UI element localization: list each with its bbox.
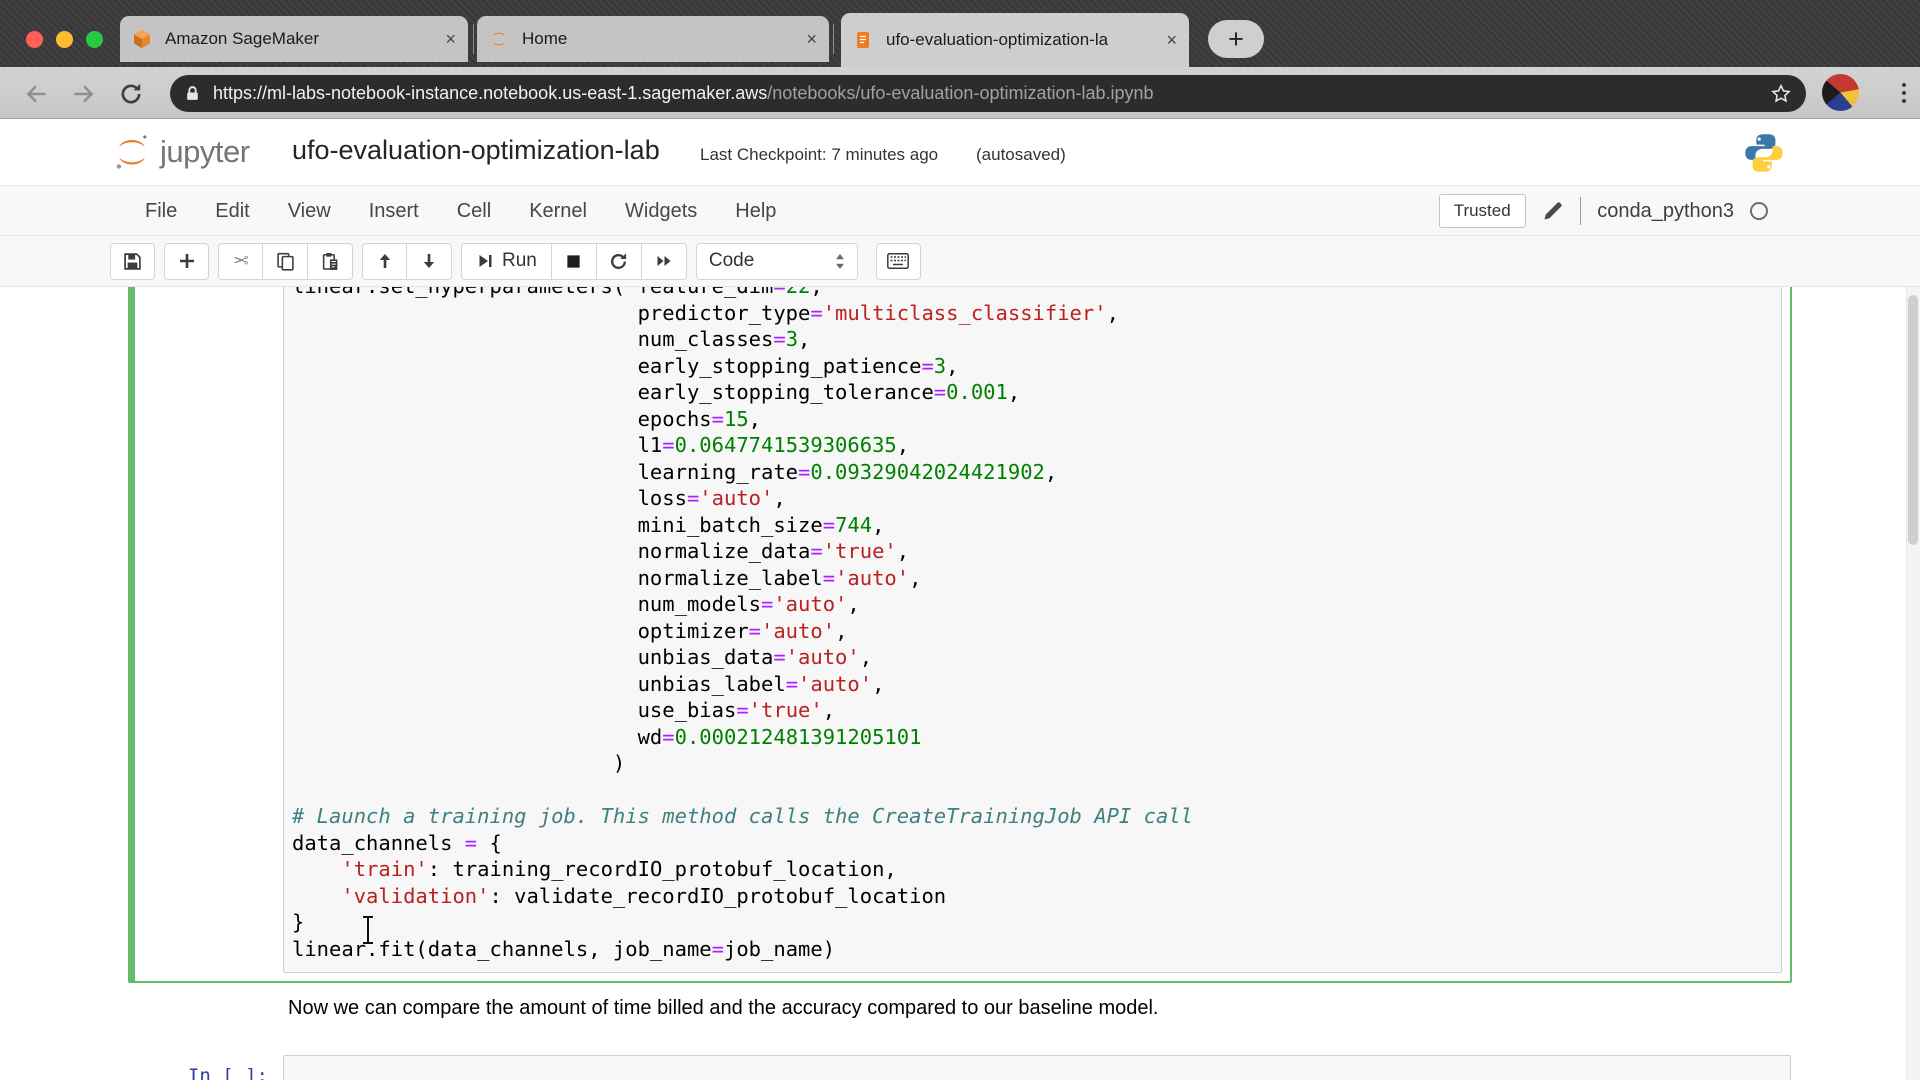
- clipboard-paste-icon: [321, 252, 340, 271]
- restart-kernel-button[interactable]: [597, 243, 642, 280]
- trusted-button[interactable]: Trusted: [1439, 194, 1526, 228]
- arrow-down-icon: [420, 252, 438, 270]
- code-editor[interactable]: linear.set_hyperparameters( feature_dim=…: [292, 287, 1773, 962]
- scissors-cut-icon: ✂: [233, 250, 249, 273]
- forward-button[interactable]: [70, 81, 96, 107]
- cell-type-select[interactable]: Code: [696, 243, 858, 280]
- markdown-cell[interactable]: Now we can compare the amount of time bi…: [288, 997, 1688, 1020]
- url-path: /notebooks/ufo-evaluation-optimization-l…: [767, 83, 1153, 103]
- window-controls: [26, 31, 103, 48]
- menu-kernel[interactable]: Kernel: [510, 200, 606, 223]
- menu-file[interactable]: File: [126, 200, 196, 223]
- python-logo-icon: [1742, 131, 1786, 175]
- tab-title: Amazon SageMaker: [165, 29, 435, 49]
- checkpoint-status: Last Checkpoint: 7 minutes ago: [700, 145, 938, 165]
- window-close-button[interactable]: [26, 31, 43, 48]
- run-label: Run: [502, 250, 537, 272]
- notebook-favicon-icon: [853, 30, 873, 50]
- tab-separator: [833, 24, 834, 54]
- keyboard-icon: [887, 253, 909, 269]
- menu-edit[interactable]: Edit: [196, 200, 268, 223]
- jupyter-logo[interactable]: jupyter: [112, 132, 250, 172]
- browser-menu-icon[interactable]: [1901, 79, 1907, 107]
- fast-forward-icon: [655, 252, 673, 270]
- browser-toolbar: https://ml-labs-notebook-instance.notebo…: [0, 67, 1920, 119]
- lock-icon: [184, 85, 201, 102]
- run-cell-button[interactable]: Run: [461, 243, 552, 280]
- plus-icon: [178, 252, 196, 270]
- notebook-toolbar: ✂ Run: [0, 236, 1920, 287]
- menu-widgets[interactable]: Widgets: [606, 200, 716, 223]
- command-palette-button[interactable]: [876, 243, 921, 280]
- jupyter-logo-icon: [112, 132, 152, 172]
- arrow-up-icon: [376, 252, 394, 270]
- tab-title: Home: [522, 29, 796, 49]
- notebook-title[interactable]: ufo-evaluation-optimization-lab: [292, 135, 660, 166]
- divider: [1580, 197, 1582, 225]
- restart-run-all-button[interactable]: [642, 243, 687, 280]
- paste-cell-button[interactable]: [308, 243, 353, 280]
- step-forward-run-icon: [476, 252, 494, 270]
- move-cell-up-button[interactable]: [362, 243, 407, 280]
- menu-insert[interactable]: Insert: [350, 200, 438, 223]
- browser-tab-home[interactable]: Home ×: [477, 16, 829, 62]
- autosave-status: (autosaved): [976, 145, 1066, 165]
- kernel-idle-indicator-icon: [1750, 202, 1768, 220]
- jupyter-header: jupyter ufo-evaluation-optimization-lab …: [0, 119, 1920, 186]
- window-minimize-button[interactable]: [56, 31, 73, 48]
- url-text: https://ml-labs-notebook-instance.notebo…: [213, 83, 1770, 104]
- menu-cell[interactable]: Cell: [438, 200, 510, 223]
- code-input-area[interactable]: linear.set_hyperparameters( feature_dim=…: [283, 287, 1782, 973]
- notebook-content: linear.set_hyperparameters( feature_dim=…: [0, 287, 1920, 1080]
- floppy-save-icon: [123, 252, 142, 271]
- refresh-icon: [609, 252, 628, 271]
- bookmark-star-icon[interactable]: [1770, 83, 1792, 105]
- plus-icon: +: [1228, 24, 1244, 55]
- interrupt-kernel-button[interactable]: [552, 243, 597, 280]
- notebook-menubar: File Edit View Insert Cell Kernel Widget…: [0, 186, 1920, 236]
- cut-cell-button[interactable]: ✂: [218, 243, 263, 280]
- browser-profile-avatar[interactable]: [1822, 74, 1859, 111]
- browser-tab-notebook-active[interactable]: ufo-evaluation-optimization-la ×: [841, 13, 1189, 67]
- tab-close-icon[interactable]: ×: [806, 30, 817, 48]
- empty-code-cell[interactable]: [283, 1055, 1791, 1080]
- tab-close-icon[interactable]: ×: [1166, 31, 1177, 49]
- sagemaker-favicon-icon: [132, 29, 152, 49]
- menu-help[interactable]: Help: [716, 200, 795, 223]
- kernel-name: conda_python3: [1597, 200, 1734, 223]
- address-bar[interactable]: https://ml-labs-notebook-instance.notebo…: [170, 75, 1806, 112]
- stop-square-icon: [565, 253, 582, 270]
- tab-title: ufo-evaluation-optimization-la: [886, 30, 1156, 50]
- text-ibeam-cursor: [362, 916, 374, 946]
- menu-view[interactable]: View: [269, 200, 350, 223]
- empty-cell-prompt: In [ ]:: [128, 1065, 268, 1080]
- select-stepper-icon: [835, 253, 845, 270]
- reload-button[interactable]: [118, 81, 144, 107]
- add-cell-button[interactable]: [164, 243, 209, 280]
- url-host: https://ml-labs-notebook-instance.notebo…: [213, 83, 767, 103]
- copy-cell-button[interactable]: [263, 243, 308, 280]
- save-button[interactable]: [110, 243, 155, 280]
- browser-tab-sagemaker[interactable]: Amazon SageMaker ×: [120, 16, 468, 62]
- tab-separator: [473, 24, 474, 54]
- scrollbar-track[interactable]: [1906, 287, 1920, 1080]
- cell-prompt-column: [143, 287, 283, 973]
- back-button[interactable]: [24, 81, 50, 107]
- tab-close-icon[interactable]: ×: [445, 30, 456, 48]
- edit-pencil-icon[interactable]: [1542, 200, 1564, 222]
- move-cell-down-button[interactable]: [407, 243, 452, 280]
- jupyter-logo-text: jupyter: [160, 134, 250, 170]
- browser-tab-strip: Amazon SageMaker × Home × ufo-evaluation…: [0, 0, 1920, 67]
- window-zoom-button[interactable]: [86, 31, 103, 48]
- menu-items: File Edit View Insert Cell Kernel Widget…: [126, 186, 795, 236]
- cell-type-value: Code: [709, 250, 835, 272]
- scrollbar-thumb[interactable]: [1908, 295, 1918, 545]
- copy-icon: [276, 252, 295, 271]
- jupyter-home-favicon-icon: [489, 29, 509, 49]
- new-tab-button[interactable]: +: [1208, 20, 1264, 58]
- selected-code-cell[interactable]: linear.set_hyperparameters( feature_dim=…: [128, 287, 1792, 983]
